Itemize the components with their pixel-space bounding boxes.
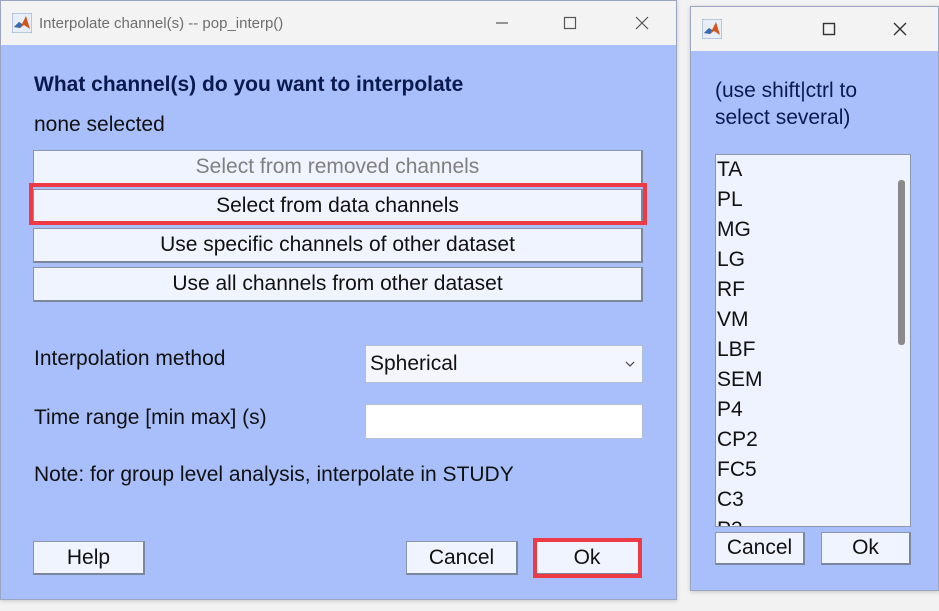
channel-list-item[interactable]: CP2 xyxy=(716,425,910,455)
channel-items: TAPLMGLGRFVMLBFSEMP4CP2FC5C3P3 xyxy=(716,155,910,526)
channel-cancel-button[interactable]: Cancel xyxy=(715,532,805,565)
ok-button[interactable]: Ok xyxy=(534,541,641,575)
select-data-channels-button[interactable]: Select from data channels xyxy=(33,189,643,224)
maximize-icon[interactable] xyxy=(806,7,852,51)
use-specific-channels-button[interactable]: Use specific channels of other dataset xyxy=(33,228,643,263)
instruction-line-2: select several) xyxy=(715,106,851,129)
select-removed-channels-button[interactable]: Select from removed channels xyxy=(33,150,643,185)
dialog-heading: What channel(s) do you want to interpola… xyxy=(34,73,464,96)
time-range-label: Time range [min max] (s) xyxy=(34,406,267,429)
listbox-scrollbar[interactable] xyxy=(892,155,910,526)
titlebar[interactable]: Interpolate channel(s) -- pop_interp() xyxy=(1,1,676,45)
channel-titlebar[interactable] xyxy=(691,7,938,51)
minimize-icon[interactable] xyxy=(479,1,525,45)
interpolation-method-value: Spherical xyxy=(370,352,458,375)
close-icon[interactable] xyxy=(877,7,923,51)
instruction-line-1: (use shift|ctrl to xyxy=(715,79,857,102)
channel-list-item[interactable]: PL xyxy=(716,185,910,215)
channel-list-item[interactable]: MG xyxy=(716,215,910,245)
channel-list-item[interactable]: LBF xyxy=(716,335,910,365)
channel-listbox[interactable]: TAPLMGLGRFVMLBFSEMP4CP2FC5C3P3 xyxy=(715,154,911,527)
window-title: Interpolate channel(s) -- pop_interp() xyxy=(39,14,284,32)
time-range-input[interactable] xyxy=(365,404,643,439)
group-analysis-note: Note: for group level analysis, interpol… xyxy=(34,463,514,486)
channel-list-item[interactable]: FC5 xyxy=(716,455,910,485)
channel-list-item[interactable]: P4 xyxy=(716,395,910,425)
use-all-channels-button[interactable]: Use all channels from other dataset xyxy=(33,267,643,302)
matlab-icon xyxy=(11,12,33,34)
maximize-icon[interactable] xyxy=(547,1,593,45)
channel-list-item[interactable]: SEM xyxy=(716,365,910,395)
chevron-down-icon xyxy=(624,346,636,382)
interpolation-method-select[interactable]: Spherical xyxy=(365,345,643,383)
interpolate-dialog: Interpolate channel(s) -- pop_interp() W… xyxy=(0,0,677,600)
close-icon[interactable] xyxy=(619,1,665,45)
channel-list-item[interactable]: LG xyxy=(716,245,910,275)
channel-ok-button[interactable]: Ok xyxy=(821,532,911,565)
matlab-icon xyxy=(701,18,723,40)
channel-list-item[interactable]: TA xyxy=(716,155,910,185)
selection-status: none selected xyxy=(34,113,165,136)
channel-list-dialog: (use shift|ctrl to select several) TA PL M… xyxy=(690,6,939,591)
scrollbar-thumb[interactable] xyxy=(898,180,905,345)
channel-list-item[interactable]: P3 xyxy=(716,515,910,526)
interpolation-method-label: Interpolation method xyxy=(34,347,226,370)
channel-list-item[interactable]: C3 xyxy=(716,485,910,515)
cancel-button[interactable]: Cancel xyxy=(406,541,518,575)
channel-list-item[interactable]: RF xyxy=(716,275,910,305)
channel-list-item[interactable]: VM xyxy=(716,305,910,335)
help-button[interactable]: Help xyxy=(33,541,145,575)
